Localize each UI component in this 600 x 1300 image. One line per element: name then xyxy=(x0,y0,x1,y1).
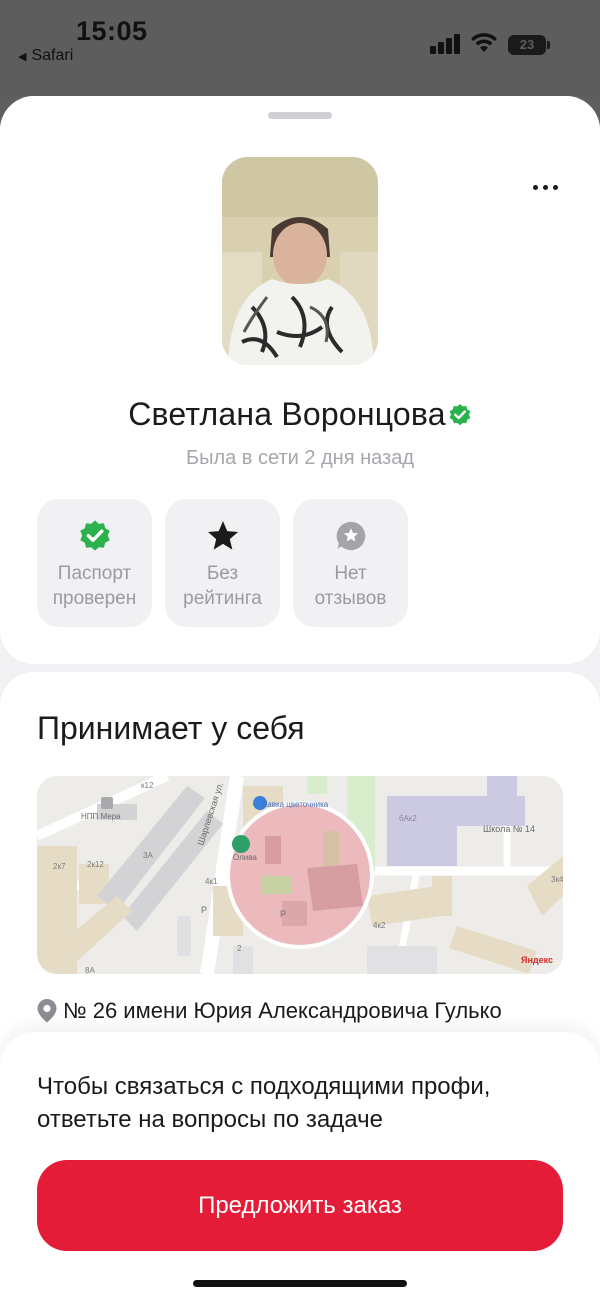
profile-card: Светлана Воронцова Была в сети 2 дня наз… xyxy=(0,96,600,664)
profile-name-row: Светлана Воронцова xyxy=(0,396,600,433)
check-badge-icon xyxy=(79,520,110,551)
sheet-grabber[interactable] xyxy=(268,112,332,119)
badge-label: Паспорт проверен xyxy=(52,563,137,609)
cta-panel: Чтобы связаться с подходящими профи, отв… xyxy=(0,1032,600,1300)
back-to-app-link[interactable]: ◀ Safari xyxy=(18,47,73,65)
wifi-icon xyxy=(471,33,497,52)
location-map[interactable]: НПП Мера Школа № 14 6Ак2 2к7 2к12 3А 4к1… xyxy=(37,776,563,974)
profile-badges: Паспорт проверен Без рейтинга Нет отзыво… xyxy=(37,499,408,627)
location-title: Принимает у себя xyxy=(37,710,305,746)
battery-icon: 23 xyxy=(508,35,550,55)
svg-text:Олива: Олива xyxy=(233,853,257,862)
badge-label: Без рейтинга xyxy=(183,563,262,609)
cellular-signal-icon xyxy=(430,34,462,54)
svg-text:6Ак2: 6Ак2 xyxy=(399,814,417,823)
location-pin-icon xyxy=(37,999,57,1023)
star-icon xyxy=(207,521,238,550)
svg-text:2: 2 xyxy=(237,944,242,953)
svg-text:Яндекс: Яндекс xyxy=(521,955,553,965)
svg-text:к12: к12 xyxy=(141,781,154,790)
avatar-photo xyxy=(222,157,378,365)
svg-text:8А: 8А xyxy=(85,966,95,974)
avatar[interactable] xyxy=(222,157,378,365)
svg-text:Школа № 14: Школа № 14 xyxy=(483,824,535,834)
last-seen-status: Была в сети 2 дня назад xyxy=(185,447,415,469)
review-icon xyxy=(336,521,365,551)
verified-icon xyxy=(449,404,471,426)
svg-text:3к4: 3к4 xyxy=(551,875,563,884)
svg-text:3А: 3А xyxy=(143,851,153,860)
badge-no-reviews[interactable]: Нет отзывов xyxy=(293,499,408,627)
home-indicator[interactable] xyxy=(193,1280,407,1287)
address-row: № 26 имени Юрия Александровича Гулько xyxy=(37,998,502,1024)
profile-name: Светлана Воронцова xyxy=(128,396,446,432)
svg-text:2к7: 2к7 xyxy=(53,862,66,871)
svg-text:P: P xyxy=(201,905,207,915)
map-graphic: НПП Мера Школа № 14 6Ак2 2к7 2к12 3А 4к1… xyxy=(37,776,563,974)
svg-text:4к1: 4к1 xyxy=(205,877,218,886)
svg-text:НПП Мера: НПП Мера xyxy=(81,812,121,821)
badge-no-rating[interactable]: Без рейтинга xyxy=(165,499,280,627)
svg-text:4к2: 4к2 xyxy=(373,921,386,930)
cta-text: Чтобы связаться с подходящими профи, отв… xyxy=(37,1073,491,1133)
status-time: 15:05 xyxy=(76,16,148,46)
svg-text:P: P xyxy=(280,909,286,919)
battery-level: 23 xyxy=(519,37,535,52)
offer-order-button[interactable]: Предложить заказ xyxy=(37,1160,563,1251)
back-triangle-icon: ◀ xyxy=(18,51,27,63)
back-app-label: Safari xyxy=(31,47,74,64)
svg-text:2к12: 2к12 xyxy=(87,860,104,869)
more-options-button[interactable] xyxy=(520,172,570,202)
badge-passport-verified[interactable]: Паспорт проверен xyxy=(37,499,152,627)
address-text: № 26 имени Юрия Александровича Гулько xyxy=(63,998,502,1023)
badge-label: Нет отзывов xyxy=(314,563,387,609)
status-bar: 15:05 ◀ Safari 23 xyxy=(0,0,600,96)
svg-text:Лавка цветочника: Лавка цветочника xyxy=(262,800,329,809)
